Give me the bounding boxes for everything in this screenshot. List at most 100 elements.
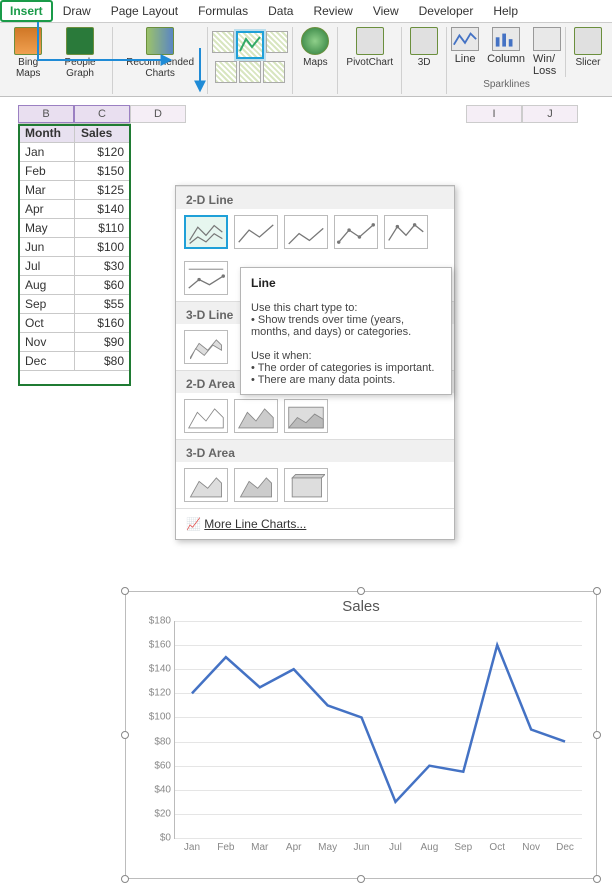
people-icon — [66, 27, 94, 55]
table-row[interactable]: Jun$100 — [19, 238, 131, 257]
worksheet[interactable]: B C D I J Month Sales Jan$120Feb$150Mar$… — [0, 105, 612, 371]
more-line-charts[interactable]: 📈 More Line Charts... — [176, 508, 454, 539]
percent-stacked-line-option[interactable] — [284, 215, 328, 249]
resize-handle[interactable] — [593, 587, 601, 595]
data-table[interactable]: Month Sales Jan$120Feb$150Mar$125Apr$140… — [18, 123, 131, 371]
x-tick: Feb — [217, 842, 234, 853]
resize-handle[interactable] — [357, 587, 365, 595]
chart-hierarchy-button[interactable] — [215, 61, 237, 83]
col-header-i[interactable]: I — [466, 105, 522, 123]
col-header-b[interactable]: B — [18, 105, 74, 123]
menu-view[interactable]: View — [363, 0, 409, 22]
maps-button[interactable]: Maps — [297, 27, 333, 68]
table-row[interactable]: Jan$120 — [19, 143, 131, 162]
menu-review[interactable]: Review — [303, 0, 362, 22]
table-row[interactable]: Jul$30 — [19, 257, 131, 276]
x-tick: Jan — [184, 842, 200, 853]
table-row[interactable]: Oct$160 — [19, 314, 131, 333]
pivotchart-button[interactable]: PivotChart — [342, 27, 397, 68]
chart-line-button[interactable] — [236, 31, 264, 59]
resize-handle[interactable] — [357, 875, 365, 883]
sparkline-winloss-button[interactable]: Win/ Loss — [529, 27, 565, 77]
percent-stacked-area-option[interactable] — [284, 399, 328, 433]
resize-handle[interactable] — [121, 875, 129, 883]
x-tick: May — [318, 842, 337, 853]
menu-formulas[interactable]: Formulas — [188, 0, 258, 22]
x-tick: Mar — [251, 842, 268, 853]
x-tick: Nov — [522, 842, 540, 853]
menu-insert[interactable]: Insert — [0, 0, 53, 22]
header-month[interactable]: Month — [19, 124, 75, 143]
embedded-chart[interactable]: Sales $0$20$40$60$80$100$120$140$160$180… — [125, 591, 597, 879]
table-row[interactable]: Feb$150 — [19, 162, 131, 181]
resize-handle[interactable] — [121, 587, 129, 595]
line-3d-option[interactable] — [184, 330, 228, 364]
y-tick: $120 — [149, 688, 171, 699]
menu-bar: Insert Draw Page Layout Formulas Data Re… — [0, 0, 612, 23]
menu-draw[interactable]: Draw — [53, 0, 101, 22]
line-markers-option[interactable] — [334, 215, 378, 249]
y-tick: $20 — [154, 808, 171, 819]
menu-page-layout[interactable]: Page Layout — [101, 0, 188, 22]
col-header-j[interactable]: J — [522, 105, 578, 123]
table-row[interactable]: Nov$90 — [19, 333, 131, 352]
x-tick: Jul — [389, 842, 402, 853]
y-tick: $180 — [149, 616, 171, 627]
resize-handle[interactable] — [593, 731, 601, 739]
recommended-charts-button[interactable]: Recommended Charts — [117, 27, 204, 79]
section-2d-line: 2-D Line — [176, 186, 454, 209]
people-graph-button[interactable]: People Graph — [52, 27, 107, 79]
recommended-charts-icon — [146, 27, 174, 55]
percent-stacked-line-markers-option[interactable] — [184, 261, 228, 295]
sparkline-column-button[interactable]: Column — [483, 27, 529, 77]
stacked-line-option[interactable] — [234, 215, 278, 249]
x-tick: Oct — [489, 842, 505, 853]
table-row[interactable]: Apr$140 — [19, 200, 131, 219]
menu-developer[interactable]: Developer — [409, 0, 484, 22]
y-tick: $0 — [160, 833, 171, 844]
x-tick: Jun — [353, 842, 369, 853]
line-chart-option[interactable] — [184, 215, 228, 249]
col-header-c[interactable]: C — [74, 105, 130, 123]
line-series[interactable] — [175, 621, 582, 838]
x-tick: Aug — [420, 842, 438, 853]
stacked-area-3d-option[interactable] — [234, 468, 278, 502]
pivotchart-icon — [356, 27, 384, 55]
area-option[interactable] — [184, 399, 228, 433]
percent-stacked-area-3d-option[interactable] — [284, 468, 328, 502]
chart-tooltip: Line Use this chart type to: • Show tren… — [240, 267, 452, 395]
area-3d-option[interactable] — [184, 468, 228, 502]
chart-combo-button[interactable] — [263, 61, 285, 83]
slicer-icon — [574, 27, 602, 55]
plot-area[interactable]: $0$20$40$60$80$100$120$140$160$180JanFeb… — [174, 621, 582, 839]
col-header-d[interactable]: D — [130, 105, 186, 123]
y-tick: $40 — [154, 784, 171, 795]
table-row[interactable]: Mar$125 — [19, 181, 131, 200]
y-tick: $140 — [149, 664, 171, 675]
map-icon — [14, 27, 42, 55]
resize-handle[interactable] — [121, 731, 129, 739]
ribbon: Bing Maps People Graph Recommended Chart… — [0, 23, 612, 97]
x-tick: Sep — [454, 842, 472, 853]
stacked-area-option[interactable] — [234, 399, 278, 433]
menu-help[interactable]: Help — [483, 0, 528, 22]
chart-title[interactable]: Sales — [126, 592, 596, 617]
table-row[interactable]: Aug$60 — [19, 276, 131, 295]
header-sales[interactable]: Sales — [75, 124, 131, 143]
resize-handle[interactable] — [593, 875, 601, 883]
three-d-map-button[interactable]: 3D — [406, 27, 442, 68]
sparkline-line-button[interactable]: Line — [447, 27, 483, 77]
chart-statistic-button[interactable] — [239, 61, 261, 83]
three-d-icon — [410, 27, 438, 55]
chart-column-button[interactable] — [212, 31, 234, 53]
slicer-button[interactable]: Slicer — [570, 27, 606, 68]
bing-maps-button[interactable]: Bing Maps — [6, 27, 50, 79]
table-row[interactable]: May$110 — [19, 219, 131, 238]
stacked-line-markers-option[interactable] — [384, 215, 428, 249]
table-row[interactable]: Sep$55 — [19, 295, 131, 314]
table-row[interactable]: Dec$80 — [19, 352, 131, 371]
sparkline-winloss-icon — [533, 27, 561, 51]
x-tick: Dec — [556, 842, 574, 853]
chart-pie-button[interactable] — [266, 31, 288, 53]
menu-data[interactable]: Data — [258, 0, 303, 22]
